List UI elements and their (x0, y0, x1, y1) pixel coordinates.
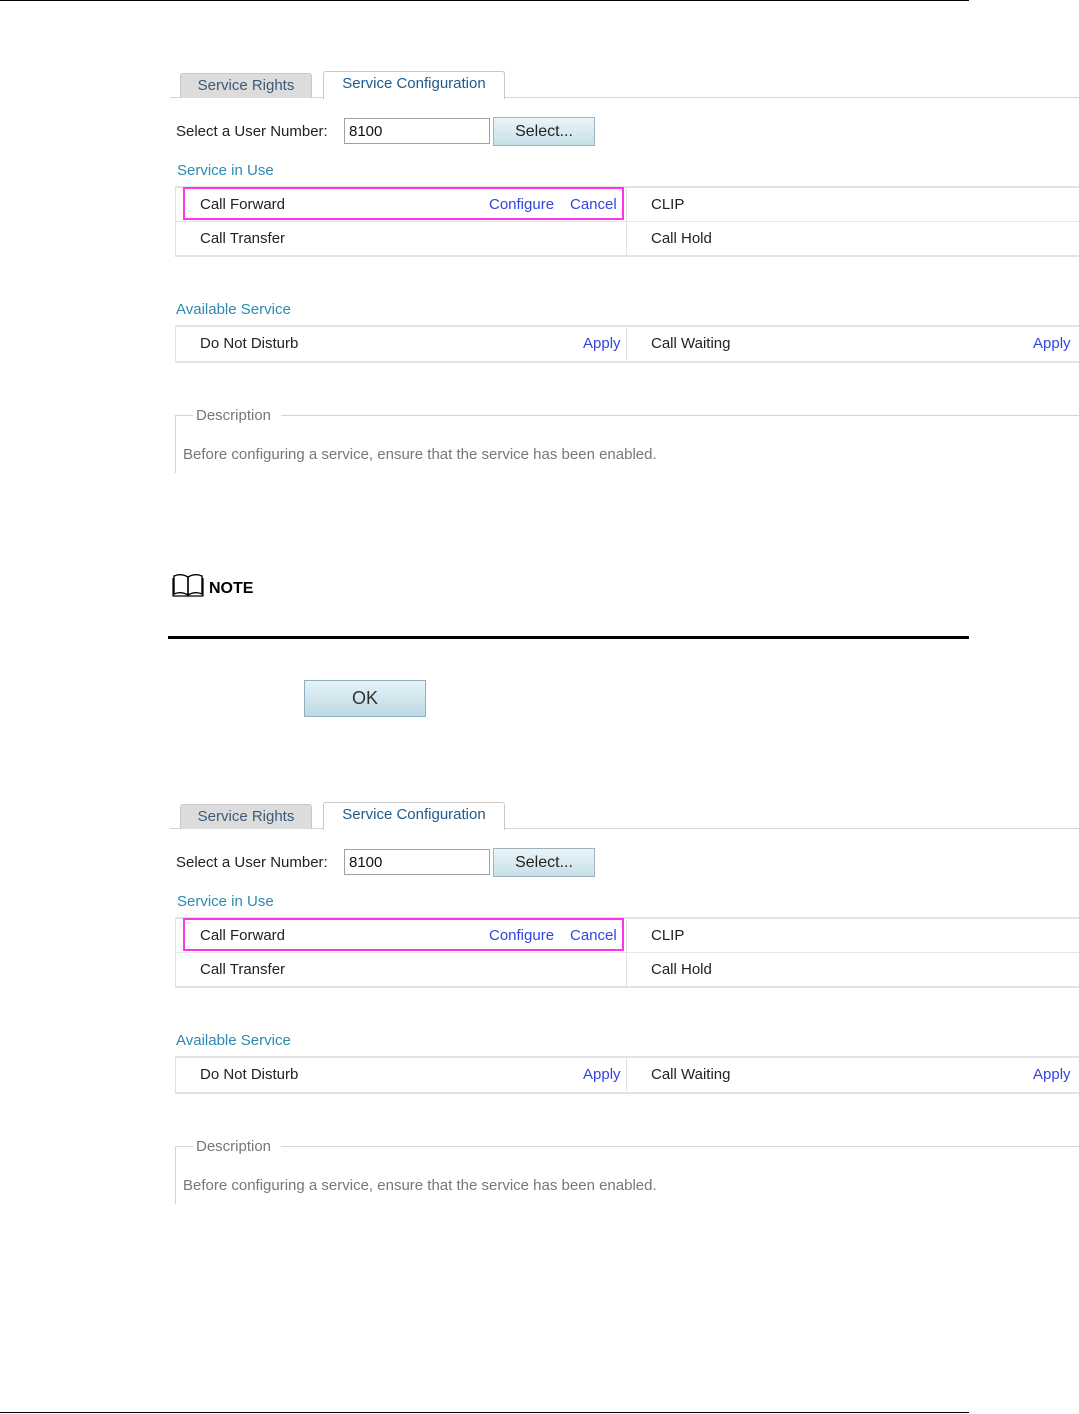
service-in-use-table: Call Forward Configure Cancel CLIP Call … (175, 917, 1079, 988)
tab-service-configuration[interactable]: Service Configuration (323, 71, 505, 99)
service-name: Call Waiting (651, 1066, 731, 1083)
available-service-title: Available Service (176, 301, 291, 318)
service-name: Call Transfer (200, 961, 286, 978)
user-number-label: Select a User Number: (176, 854, 328, 871)
table-cell: Do Not Disturb Apply (176, 1058, 626, 1091)
apply-link[interactable]: Apply (1033, 1066, 1071, 1083)
desc-border (281, 415, 1079, 416)
page-header-rule (0, 0, 969, 1)
service-name: Call Forward (200, 196, 286, 213)
service-name: CLIP (651, 196, 685, 213)
apply-link[interactable]: Apply (583, 1066, 621, 1083)
table-cell: Call Transfer (176, 222, 626, 255)
table-row: Do Not Disturb Apply Call Waiting Apply (176, 1058, 1079, 1091)
table-cell: CLIP (626, 919, 1079, 952)
table-cell: Do Not Disturb Apply (176, 327, 626, 360)
select-button[interactable]: Select... (493, 848, 595, 877)
table-cell: Call Waiting Apply (626, 327, 1079, 360)
page-footer-rule (0, 1412, 969, 1413)
table-cell: Call Forward Configure Cancel (176, 918, 626, 952)
table-row: Call Forward Configure Cancel CLIP (176, 187, 1079, 221)
desc-border (281, 1146, 1079, 1147)
table-cell: Call Waiting Apply (626, 1058, 1079, 1091)
ok-button[interactable]: OK (304, 680, 426, 717)
available-service-table: Do Not Disturb Apply Call Waiting Apply (175, 325, 1079, 363)
configure-link[interactable]: Configure (489, 196, 554, 213)
note-label: NOTE (209, 580, 254, 597)
service-name: Do Not Disturb (200, 335, 299, 352)
apply-link[interactable]: Apply (1033, 335, 1071, 352)
table-row: Call Forward Configure Cancel CLIP (176, 918, 1079, 952)
apply-link[interactable]: Apply (583, 335, 621, 352)
description-box: Description Before configuring a service… (175, 407, 1079, 473)
tab-service-configuration[interactable]: Service Configuration (323, 802, 505, 830)
table-row: Do Not Disturb Apply Call Waiting Apply (176, 327, 1079, 360)
service-name: Call Hold (651, 961, 712, 978)
cancel-link[interactable]: Cancel (570, 196, 617, 213)
table-cell: CLIP (626, 188, 1079, 221)
table-row: Call Transfer Call Hold (176, 952, 1079, 986)
select-button[interactable]: Select... (493, 117, 595, 146)
description-text: Before configuring a service, ensure tha… (183, 446, 657, 463)
service-config-panel-1: Service Rights Service Configuration Sel… (170, 70, 1079, 490)
description-box: Description Before configuring a service… (175, 1138, 1079, 1204)
tab-service-rights[interactable]: Service Rights (180, 804, 312, 829)
table-cell: Call Transfer (176, 953, 626, 986)
service-in-use-table: Call Forward Configure Cancel CLIP Call … (175, 186, 1079, 257)
user-number-input[interactable] (344, 118, 490, 144)
user-number-label: Select a User Number: (176, 123, 328, 140)
table-cell: Call Forward Configure Cancel (176, 187, 626, 221)
tab-bar: Service Rights Service Configuration (170, 801, 1079, 833)
available-service-table: Do Not Disturb Apply Call Waiting Apply (175, 1056, 1079, 1094)
note-rule (168, 636, 969, 639)
cancel-link[interactable]: Cancel (570, 927, 617, 944)
available-service-title: Available Service (176, 1032, 291, 1049)
service-name: Call Transfer (200, 230, 286, 247)
service-config-panel-2: Service Rights Service Configuration Sel… (170, 801, 1079, 1221)
description-legend: Description (195, 1138, 273, 1155)
user-number-row: Select a User Number: Select... (176, 117, 776, 147)
tab-bar: Service Rights Service Configuration (170, 70, 1079, 102)
tab-service-rights[interactable]: Service Rights (180, 73, 312, 98)
table-cell: Call Hold (626, 222, 1079, 255)
user-number-row: Select a User Number: Select... (176, 848, 776, 878)
service-name: Call Hold (651, 230, 712, 247)
service-in-use-title: Service in Use (177, 162, 274, 179)
description-legend: Description (195, 407, 273, 424)
service-name: Do Not Disturb (200, 1066, 299, 1083)
table-row: Call Transfer Call Hold (176, 221, 1079, 255)
desc-border (175, 1146, 176, 1204)
desc-border (175, 415, 193, 416)
desc-border (175, 1146, 193, 1147)
desc-border (175, 415, 176, 473)
user-number-input[interactable] (344, 849, 490, 875)
service-name: Call Waiting (651, 335, 731, 352)
configure-link[interactable]: Configure (489, 927, 554, 944)
table-cell: Call Hold (626, 953, 1079, 986)
service-name: Call Forward (200, 927, 286, 944)
service-in-use-title: Service in Use (177, 893, 274, 910)
open-book-icon (172, 574, 204, 597)
description-text: Before configuring a service, ensure tha… (183, 1177, 657, 1194)
note: NOTE (172, 573, 372, 599)
service-name: CLIP (651, 927, 685, 944)
